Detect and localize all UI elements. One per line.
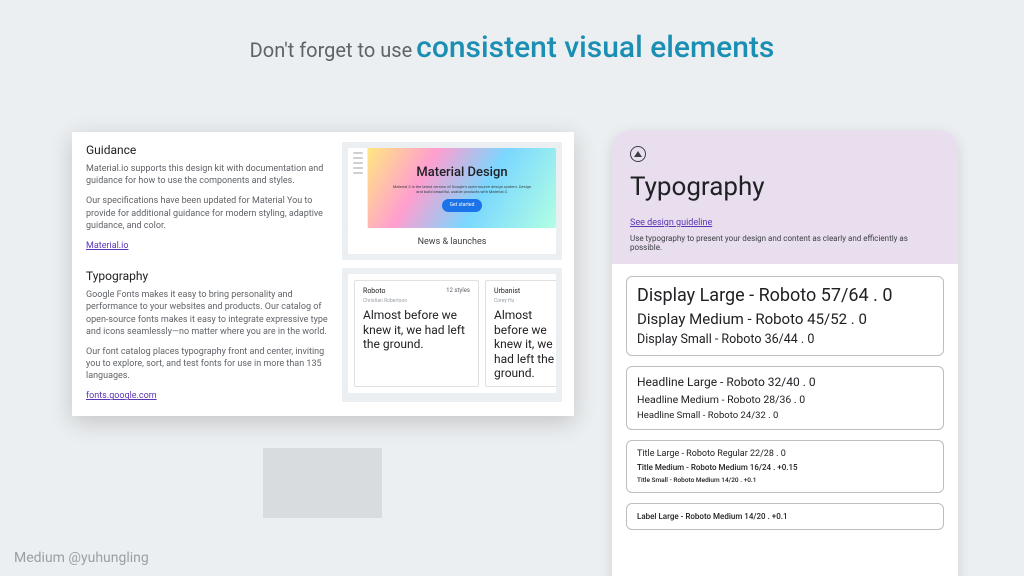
- font-card-roboto[interactable]: Roboto Christian Robertson 12 styles Alm…: [354, 280, 479, 387]
- material-hero-thumb: Material Design Material 3 is the latest…: [342, 142, 562, 260]
- font-styles-count: 12 styles: [446, 287, 470, 304]
- typography-heading: Typography: [86, 268, 332, 284]
- guidance-p2: Our specifications have been updated for…: [86, 195, 332, 231]
- material-hero-sub: Material 3 is the latest version of Goog…: [392, 184, 532, 195]
- typography-spec-panel: Typography See design guideline Use typo…: [612, 130, 958, 576]
- font-sample: Almost before we knew it, we had left th…: [363, 308, 470, 351]
- guidance-p1: Material.io supports this design kit wit…: [86, 163, 332, 187]
- font-name: Urbanist: [494, 287, 520, 296]
- material-hero-title: Material Design: [416, 164, 507, 182]
- typography-p1: Google Fonts makes it easy to bring pers…: [86, 289, 332, 338]
- headline-small: Headline Small - Roboto 24/32 . 0: [637, 410, 933, 421]
- label-large: Label Large - Roboto Medium 14/20 . +0.1: [637, 512, 933, 521]
- material-caption: News & launches: [348, 228, 556, 254]
- display-scale-box: Display Large - Roboto 57/64 . 0 Display…: [626, 276, 944, 356]
- title-medium: Title Medium - Roboto Medium 16/24 . +0.…: [637, 463, 933, 472]
- title-small: Title Small - Roboto Medium 14/20 . +0.1: [637, 476, 933, 484]
- font-author: Corey Hu: [494, 298, 520, 305]
- google-fonts-thumb: Roboto Christian Robertson 12 styles Alm…: [342, 268, 562, 402]
- panel-subtitle: Use typography to present your design an…: [630, 234, 940, 252]
- title-prefix: Don't forget to use: [250, 38, 413, 62]
- placeholder-block: [263, 448, 382, 518]
- google-fonts-link[interactable]: fonts.google.com: [86, 390, 157, 402]
- slide-credit: Medium @yuhungling: [14, 550, 149, 566]
- title-large: Title Large - Roboto Regular 22/28 . 0: [637, 449, 933, 459]
- display-large: Display Large - Roboto 57/64 . 0: [637, 285, 933, 306]
- label-scale-box: Label Large - Roboto Medium 14/20 . +0.1: [626, 503, 944, 530]
- title-emphasis: consistent visual elements: [416, 30, 774, 65]
- display-medium: Display Medium - Roboto 45/52 . 0: [637, 310, 933, 328]
- display-small: Display Small - Roboto 36/44 . 0: [637, 332, 933, 347]
- typography-section: Typography Google Fonts makes it easy to…: [86, 268, 562, 402]
- headline-scale-box: Headline Large - Roboto 32/40 . 0 Headli…: [626, 366, 944, 430]
- font-author: Christian Robertson: [363, 298, 407, 305]
- guidance-panel: Guidance Material.io supports this desig…: [72, 132, 574, 416]
- title-scale-box: Title Large - Roboto Regular 22/28 . 0 T…: [626, 440, 944, 493]
- font-card-urbanist[interactable]: Urbanist Corey Hu Almost before we knew …: [485, 280, 556, 387]
- material-logo-icon: [630, 146, 646, 162]
- material-sidebar-mock: [348, 148, 368, 228]
- font-sample: Almost before we knew it, we had left th…: [494, 308, 556, 380]
- headline-large: Headline Large - Roboto 32/40 . 0: [637, 375, 933, 389]
- see-design-guideline-link[interactable]: See design guideline: [630, 218, 712, 228]
- get-started-button[interactable]: Get started: [442, 199, 483, 212]
- typography-p2: Our font catalog places typography front…: [86, 346, 332, 382]
- font-name: Roboto: [363, 287, 407, 296]
- slide-title: Don't forget to use consistent visual el…: [0, 30, 1024, 65]
- panel-title: Typography: [630, 172, 940, 202]
- guidance-heading: Guidance: [86, 142, 332, 158]
- headline-medium: Headline Medium - Roboto 28/36 . 0: [637, 393, 933, 406]
- guidance-section: Guidance Material.io supports this desig…: [86, 142, 562, 260]
- material-io-link[interactable]: Material.io: [86, 240, 129, 252]
